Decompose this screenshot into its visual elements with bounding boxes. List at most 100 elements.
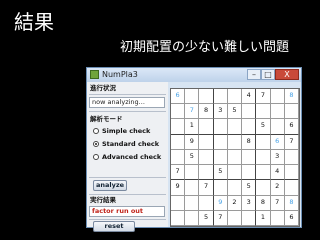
grid-cell[interactable] [171, 195, 186, 211]
grid-cell[interactable] [227, 89, 243, 105]
grid-cell[interactable]: 9 [213, 195, 228, 211]
radio-simple-check[interactable]: Simple check [93, 127, 150, 136]
maximize-button[interactable]: □ [261, 69, 275, 80]
grid-cell[interactable]: 7 [199, 180, 214, 196]
grid-cell[interactable]: 4 [242, 89, 257, 105]
grid-cell[interactable] [284, 149, 299, 166]
grid-cell[interactable] [256, 134, 271, 150]
radio-advanced-check[interactable]: Advanced check [93, 153, 161, 162]
grid-cell[interactable]: 7 [270, 195, 285, 211]
grid-cell[interactable]: 7 [213, 210, 228, 226]
grid-cell[interactable] [256, 180, 271, 196]
grid-cell[interactable] [284, 104, 299, 120]
status-heading: 進行状況 [90, 84, 116, 92]
slide-title: 結果 [14, 10, 54, 34]
grid-cell[interactable] [199, 165, 214, 181]
grid-cell[interactable] [256, 104, 271, 120]
slide-subtitle: 初期配置の少ない難しい問題 [120, 40, 290, 55]
radio-indicator [93, 128, 99, 134]
grid-cell[interactable] [270, 89, 285, 105]
grid-cell[interactable]: 9 [171, 180, 186, 196]
grid-cell[interactable] [171, 134, 186, 150]
grid-cell[interactable] [213, 149, 228, 166]
grid-cell[interactable] [270, 104, 285, 120]
grid-cell[interactable]: 3 [213, 104, 228, 120]
grid-cell[interactable]: 8 [256, 195, 271, 211]
radio-label: Standard check [102, 140, 160, 148]
minimize-button[interactable]: – [247, 69, 261, 80]
grid-cell[interactable] [213, 134, 228, 150]
grid-cell[interactable] [171, 149, 186, 166]
grid-cell[interactable] [256, 165, 271, 181]
grid-cell[interactable]: 8 [284, 195, 299, 211]
grid-cell[interactable]: 6 [171, 89, 186, 105]
grid-cell[interactable] [185, 165, 200, 181]
grid-cell[interactable] [199, 134, 214, 150]
grid-cell[interactable] [213, 89, 228, 105]
grid-cell[interactable] [270, 119, 285, 135]
grid-cell[interactable] [227, 119, 243, 135]
close-button[interactable]: X [275, 69, 299, 80]
grid-cell[interactable] [199, 89, 214, 105]
grid-cell[interactable] [171, 210, 186, 226]
divider [89, 94, 166, 95]
grid-cell[interactable] [227, 210, 243, 226]
control-panel: 進行状況 now analyzing... 解析モード Simple check… [87, 82, 168, 232]
grid-cell[interactable]: 8 [242, 134, 257, 150]
grid-cell[interactable]: 7 [256, 89, 271, 105]
grid-cell[interactable] [213, 180, 228, 196]
grid-cell[interactable]: 5 [199, 210, 214, 226]
grid-cell[interactable]: 5 [213, 165, 228, 181]
analyze-button[interactable]: analyze [93, 180, 127, 191]
grid-cell[interactable]: 3 [242, 195, 257, 211]
grid-cell[interactable] [199, 149, 214, 166]
grid-cell[interactable]: 5 [256, 119, 271, 135]
grid-cell[interactable] [284, 180, 299, 196]
grid-cell[interactable]: 3 [270, 149, 285, 166]
reset-button[interactable]: reset [93, 221, 135, 232]
grid-cell[interactable] [185, 180, 200, 196]
grid-cell[interactable]: 6 [284, 119, 299, 135]
grid-cell[interactable] [227, 180, 243, 196]
result-field: factor run out [89, 206, 165, 217]
grid-cell[interactable] [284, 165, 299, 181]
grid-cell[interactable]: 5 [242, 180, 257, 196]
grid-cell[interactable] [199, 119, 214, 135]
grid-cell[interactable]: 6 [284, 210, 299, 226]
grid-cell[interactable] [171, 119, 186, 135]
grid-cell[interactable] [256, 149, 271, 166]
grid-cell[interactable] [242, 119, 257, 135]
grid-cell[interactable]: 2 [270, 180, 285, 196]
grid-cell[interactable] [242, 149, 257, 166]
grid-cell[interactable] [227, 165, 243, 181]
grid-cell[interactable]: 2 [227, 195, 243, 211]
radio-label: Simple check [102, 127, 151, 135]
grid-cell[interactable]: 8 [199, 104, 214, 120]
grid-cell[interactable] [242, 165, 257, 181]
grid-cell[interactable] [227, 149, 243, 166]
grid-cell[interactable]: 6 [270, 134, 285, 150]
grid-cell[interactable]: 1 [185, 119, 200, 135]
grid-cell[interactable] [185, 89, 200, 105]
grid-cell[interactable]: 7 [284, 134, 299, 150]
radio-standard-check[interactable]: Standard check [93, 140, 159, 149]
grid-cell[interactable]: 9 [185, 134, 200, 150]
grid-cell[interactable] [242, 210, 257, 226]
grid-cell[interactable] [270, 210, 285, 226]
grid-cell[interactable]: 7 [185, 104, 200, 120]
grid-cell[interactable]: 7 [171, 165, 186, 181]
grid-cell[interactable] [213, 119, 228, 135]
grid-cell[interactable] [171, 104, 186, 120]
grid-cell[interactable]: 5 [227, 104, 243, 120]
grid-cell[interactable] [242, 104, 257, 120]
grid-cell[interactable] [185, 195, 200, 211]
grid-cell[interactable] [227, 134, 243, 150]
divider [89, 177, 166, 178]
grid-cell[interactable] [199, 195, 214, 211]
grid-cell[interactable] [185, 210, 200, 226]
grid-cell[interactable]: 1 [256, 210, 271, 226]
grid-cell[interactable]: 5 [185, 149, 200, 166]
app-icon [90, 70, 99, 79]
grid-cell[interactable]: 4 [270, 165, 285, 181]
grid-cell[interactable]: 8 [284, 89, 299, 105]
